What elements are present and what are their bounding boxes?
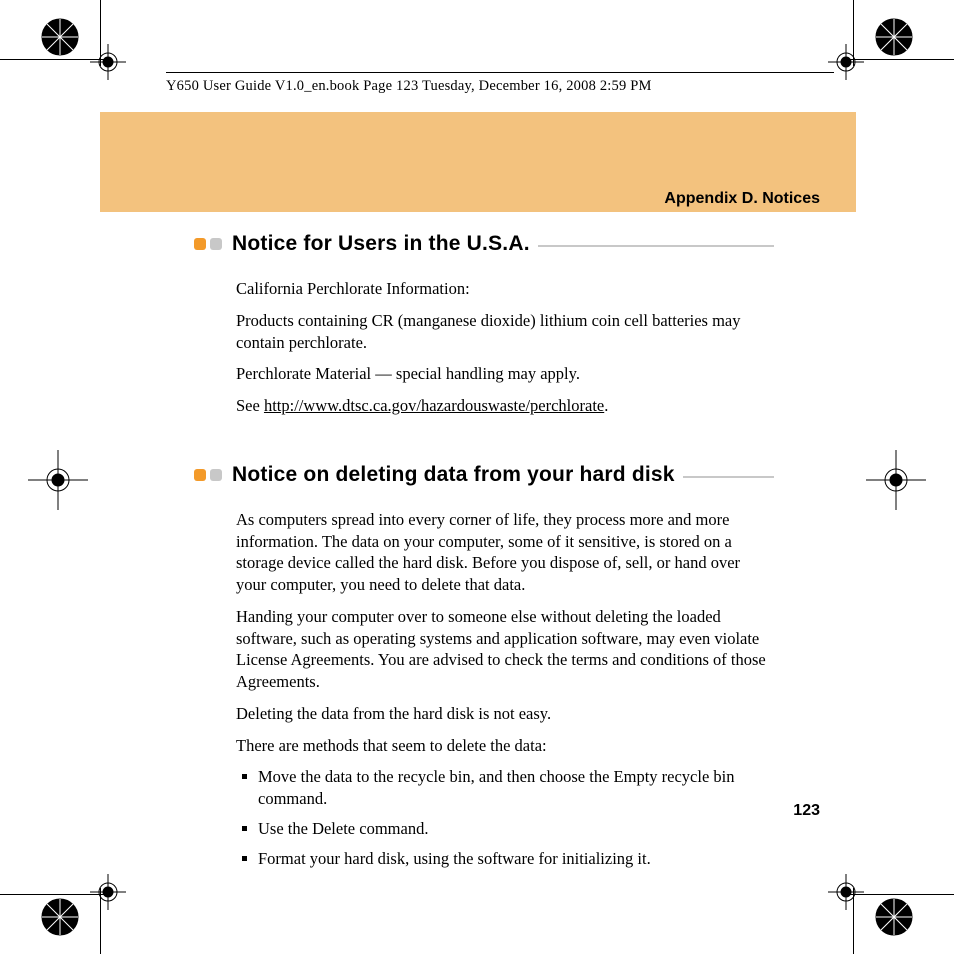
crop-mark-icon bbox=[0, 59, 106, 60]
list-item: Use the Delete command. bbox=[236, 818, 774, 840]
paragraph: Handing your computer over to someone el… bbox=[236, 606, 774, 693]
see-prefix: See bbox=[236, 396, 264, 415]
registration-mark-icon bbox=[30, 0, 140, 102]
section-body: As computers spread into every corner of… bbox=[236, 509, 774, 870]
paragraph: Perchlorate Material — special handling … bbox=[236, 363, 774, 385]
registration-mark-icon bbox=[814, 0, 924, 102]
crop-mark-icon bbox=[100, 888, 101, 954]
paragraph: Deleting the data from the hard disk is … bbox=[236, 703, 774, 725]
crop-mark-icon bbox=[848, 894, 954, 895]
see-suffix: . bbox=[604, 396, 608, 415]
heading-rule bbox=[538, 245, 774, 247]
paragraph: As computers spread into every corner of… bbox=[236, 509, 774, 596]
crop-mark-icon bbox=[853, 888, 854, 954]
section-usa-notice: Notice for Users in the U.S.A. Californi… bbox=[194, 232, 774, 417]
perchlorate-link[interactable]: http://www.dtsc.ca.gov/hazardouswaste/pe… bbox=[264, 396, 604, 415]
document-page: Y650 User Guide V1.0_en.book Page 123 Tu… bbox=[0, 0, 954, 954]
crop-mark-icon bbox=[853, 0, 854, 66]
section-title: Notice for Users in the U.S.A. bbox=[232, 232, 530, 256]
paragraph: There are methods that seem to delete th… bbox=[236, 735, 774, 757]
registration-mark-icon bbox=[814, 852, 924, 962]
crop-mark-icon bbox=[848, 59, 954, 60]
section-delete-data: Notice on deleting data from your hard d… bbox=[194, 463, 774, 870]
appendix-title: Appendix D. Notices bbox=[664, 190, 820, 208]
paragraph: California Perchlorate Information: bbox=[236, 278, 774, 300]
section-heading: Notice for Users in the U.S.A. bbox=[194, 232, 774, 256]
registration-mark-icon bbox=[18, 440, 98, 520]
section-heading: Notice on deleting data from your hard d… bbox=[194, 463, 774, 487]
heading-bullets-icon bbox=[194, 469, 222, 481]
paragraph: See http://www.dtsc.ca.gov/hazardouswast… bbox=[236, 395, 774, 417]
content-area: Notice for Users in the U.S.A. Californi… bbox=[194, 232, 774, 916]
heading-bullets-icon bbox=[194, 238, 222, 250]
crop-mark-icon bbox=[100, 0, 101, 66]
crop-mark-icon bbox=[0, 894, 106, 895]
list-item: Move the data to the recycle bin, and th… bbox=[236, 766, 774, 810]
running-header: Y650 User Guide V1.0_en.book Page 123 Tu… bbox=[166, 78, 652, 95]
header-rule bbox=[166, 72, 834, 73]
list-item: Format your hard disk, using the softwar… bbox=[236, 848, 774, 870]
heading-rule bbox=[683, 476, 774, 478]
registration-mark-icon bbox=[856, 440, 936, 520]
methods-list: Move the data to the recycle bin, and th… bbox=[236, 766, 774, 869]
section-title: Notice on deleting data from your hard d… bbox=[232, 463, 675, 487]
paragraph: Products containing CR (manganese dioxid… bbox=[236, 310, 774, 354]
section-body: California Perchlorate Information: Prod… bbox=[236, 278, 774, 417]
page-number: 123 bbox=[793, 802, 820, 820]
registration-mark-icon bbox=[30, 852, 140, 962]
